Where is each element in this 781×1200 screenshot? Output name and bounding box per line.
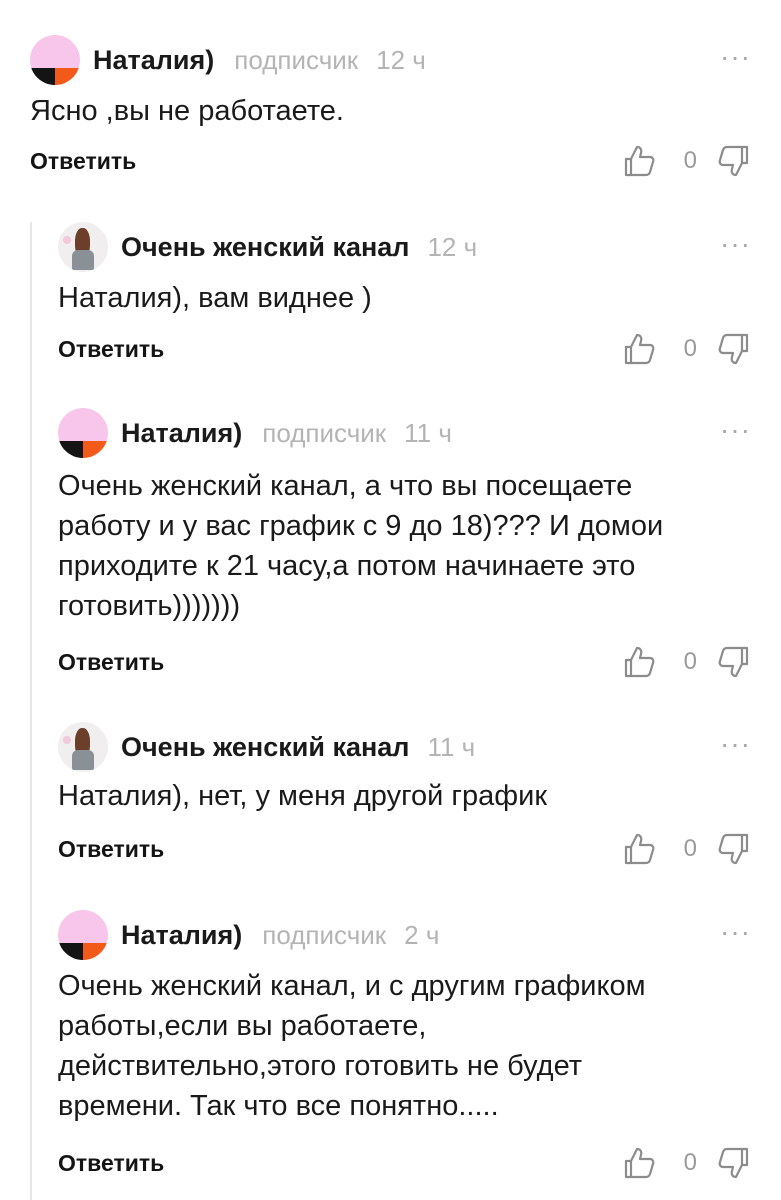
comment-text: Ясно ,вы не работаете. bbox=[30, 91, 344, 131]
subscriber-badge: подписчик bbox=[262, 919, 387, 950]
like-count: 0 bbox=[683, 648, 697, 675]
dislike-icon[interactable] bbox=[717, 832, 751, 866]
comment-text-line: работы,если вы работаете, bbox=[58, 1010, 427, 1042]
comment-header: Наталия) подписчик 12 ч bbox=[30, 35, 426, 85]
comment-text-line: Очень женский канал, а что вы посещаете bbox=[58, 470, 633, 502]
reply-button[interactable]: Ответить bbox=[30, 148, 136, 175]
more-options-icon[interactable]: ··· bbox=[720, 228, 751, 260]
comment-text: Наталия), нет, у меня другой график bbox=[58, 776, 547, 816]
comment-time: 2 ч bbox=[404, 919, 440, 950]
comment-text-line: готовить))))))) bbox=[58, 590, 241, 622]
like-icon[interactable] bbox=[622, 1146, 656, 1180]
reply-button[interactable]: Ответить bbox=[58, 336, 164, 363]
like-count: 0 bbox=[683, 835, 697, 862]
avatar[interactable] bbox=[58, 910, 108, 960]
comment-author[interactable]: Очень женский канал bbox=[121, 232, 409, 263]
comment-actions: 0 bbox=[622, 642, 751, 682]
comment-text-line: Наталия), нет, у меня другой график bbox=[58, 780, 548, 812]
dislike-icon[interactable] bbox=[717, 332, 751, 366]
avatar[interactable] bbox=[58, 222, 108, 272]
reply-button[interactable]: Ответить bbox=[58, 836, 164, 863]
dislike-icon[interactable] bbox=[717, 144, 751, 178]
comment-text-line: Наталия), вам виднее ) bbox=[58, 282, 372, 314]
comment-text-line: работу и у вас график с 9 до 18)??? И до… bbox=[58, 510, 664, 542]
avatar[interactable] bbox=[58, 408, 108, 458]
subscriber-badge: подписчик bbox=[234, 44, 359, 75]
comment-actions: 0 bbox=[622, 329, 751, 369]
more-options-icon[interactable]: ··· bbox=[720, 728, 751, 760]
comment-header: Наталия) подписчик 2 ч bbox=[58, 910, 439, 960]
thread-line bbox=[30, 222, 32, 1200]
reply-button[interactable]: Ответить bbox=[58, 1150, 164, 1177]
comment-actions: 0 bbox=[622, 141, 751, 181]
comment-text-line: приходите к 21 часу,а потом начинаете эт… bbox=[58, 550, 636, 582]
comment-text-line: времени. Так что все понятно..... bbox=[58, 1090, 499, 1122]
like-icon[interactable] bbox=[622, 645, 656, 679]
more-options-icon[interactable]: ··· bbox=[720, 41, 751, 73]
like-count: 0 bbox=[683, 1149, 697, 1176]
dislike-icon[interactable] bbox=[717, 1146, 751, 1180]
reply-button[interactable]: Ответить bbox=[58, 649, 164, 676]
comment-text-line: действительно,этого готовить не будет bbox=[58, 1050, 583, 1082]
comment-text: Наталия), вам виднее ) bbox=[58, 278, 372, 318]
comment-time: 11 ч bbox=[404, 417, 452, 448]
comment-text: Очень женский канал, и с другим графиком… bbox=[58, 966, 646, 1126]
like-count: 0 bbox=[683, 335, 697, 362]
comment-time: 12 ч bbox=[427, 231, 478, 262]
avatar[interactable] bbox=[58, 722, 108, 772]
comment-time: 11 ч bbox=[427, 731, 476, 762]
avatar[interactable] bbox=[30, 35, 80, 85]
dislike-icon[interactable] bbox=[717, 645, 751, 679]
subscriber-badge: подписчик bbox=[262, 417, 387, 448]
more-options-icon[interactable]: ··· bbox=[720, 916, 751, 948]
comment-actions: 0 bbox=[622, 829, 751, 869]
comment-header: Очень женский канал 11 ч bbox=[58, 722, 475, 772]
comment-text-line: Ясно ,вы не работаете. bbox=[30, 95, 344, 127]
comment-text: Очень женский канал, а что вы посещаете … bbox=[58, 466, 663, 626]
more-options-icon[interactable]: ··· bbox=[720, 414, 751, 446]
comment-text-line: Очень женский канал, и с другим графиком bbox=[58, 970, 646, 1002]
comment-author[interactable]: Наталия) bbox=[121, 418, 242, 449]
comment-header: Очень женский канал 12 ч bbox=[58, 222, 477, 272]
comment-header: Наталия) подписчик 11 ч bbox=[58, 408, 452, 458]
like-count: 0 bbox=[683, 147, 697, 174]
like-icon[interactable] bbox=[622, 832, 656, 866]
comment-author[interactable]: Очень женский канал bbox=[121, 732, 409, 763]
like-icon[interactable] bbox=[622, 144, 656, 178]
comment-author[interactable]: Наталия) bbox=[93, 45, 214, 76]
comment-actions: 0 bbox=[622, 1143, 751, 1183]
comment-author[interactable]: Наталия) bbox=[121, 920, 242, 951]
like-icon[interactable] bbox=[622, 332, 656, 366]
comment-time: 12 ч bbox=[376, 44, 426, 75]
